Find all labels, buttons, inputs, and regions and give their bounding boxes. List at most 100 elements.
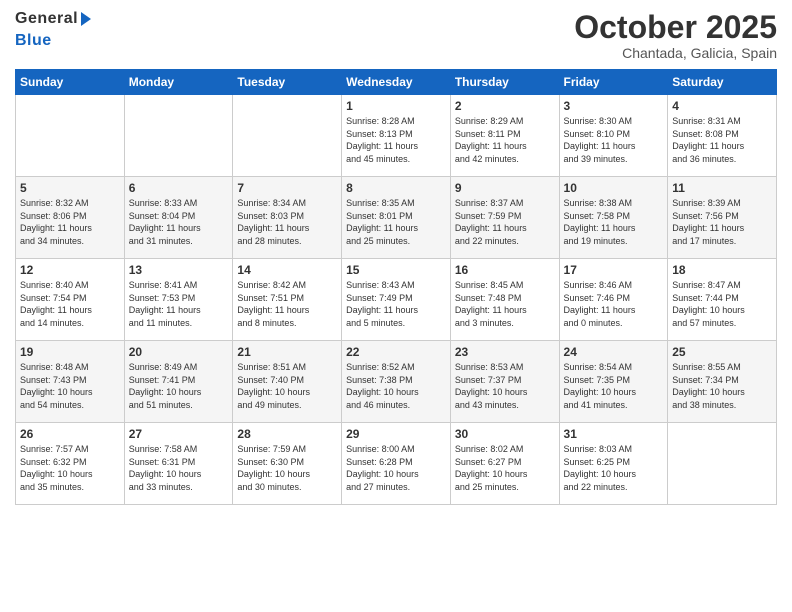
cell-0-3: 1 Sunrise: 8:28 AM Sunset: 8:13 PM Daylig… <box>342 95 451 177</box>
cell-4-0: 26 Sunrise: 7:57 AM Sunset: 6:32 PM Dayli… <box>16 423 125 505</box>
logo-arrow-icon <box>81 12 91 26</box>
day-info: Sunrise: 8:39 AM Sunset: 7:56 PM Dayligh… <box>672 197 772 247</box>
day-info: Sunrise: 8:42 AM Sunset: 7:51 PM Dayligh… <box>237 279 337 329</box>
day-info: Sunrise: 8:54 AM Sunset: 7:35 PM Dayligh… <box>564 361 664 411</box>
day-number: 5 <box>20 181 120 195</box>
day-info: Sunrise: 8:41 AM Sunset: 7:53 PM Dayligh… <box>129 279 229 329</box>
day-info: Sunrise: 8:02 AM Sunset: 6:27 PM Dayligh… <box>455 443 555 493</box>
day-number: 25 <box>672 345 772 359</box>
week-row-0: 1 Sunrise: 8:28 AM Sunset: 8:13 PM Daylig… <box>16 95 777 177</box>
day-info: Sunrise: 8:29 AM Sunset: 8:11 PM Dayligh… <box>455 115 555 165</box>
day-info: Sunrise: 8:53 AM Sunset: 7:37 PM Dayligh… <box>455 361 555 411</box>
col-thursday: Thursday <box>450 70 559 95</box>
week-row-4: 26 Sunrise: 7:57 AM Sunset: 6:32 PM Dayli… <box>16 423 777 505</box>
day-number: 21 <box>237 345 337 359</box>
week-row-1: 5 Sunrise: 8:32 AM Sunset: 8:06 PM Daylig… <box>16 177 777 259</box>
day-info: Sunrise: 8:38 AM Sunset: 7:58 PM Dayligh… <box>564 197 664 247</box>
cell-4-1: 27Sunrise: 7:58 AM Sunset: 6:31 PM Dayli… <box>124 423 233 505</box>
col-monday: Monday <box>124 70 233 95</box>
cell-2-6: 18Sunrise: 8:47 AM Sunset: 7:44 PM Dayli… <box>668 259 777 341</box>
day-info: Sunrise: 8:48 AM Sunset: 7:43 PM Dayligh… <box>20 361 120 411</box>
cell-3-1: 20Sunrise: 8:49 AM Sunset: 7:41 PM Dayli… <box>124 341 233 423</box>
day-number: 1 <box>346 99 446 113</box>
day-info: Sunrise: 8:55 AM Sunset: 7:34 PM Dayligh… <box>672 361 772 411</box>
cell-4-3: 29 Sunrise: 8:00 AM Sunset: 6:28 PM Dayli… <box>342 423 451 505</box>
cell-1-4: 9 Sunrise: 8:37 AM Sunset: 7:59 PM Daylig… <box>450 177 559 259</box>
day-number: 28 <box>237 427 337 441</box>
cell-3-5: 24 Sunrise: 8:54 AM Sunset: 7:35 PM Dayli… <box>559 341 668 423</box>
cell-2-2: 14 Sunrise: 8:42 AM Sunset: 7:51 PM Dayli… <box>233 259 342 341</box>
day-info: Sunrise: 7:57 AM Sunset: 6:32 PM Dayligh… <box>20 443 120 493</box>
week-row-2: 12 Sunrise: 8:40 AM Sunset: 7:54 PM Dayli… <box>16 259 777 341</box>
day-number: 24 <box>564 345 664 359</box>
day-info: Sunrise: 8:52 AM Sunset: 7:38 PM Dayligh… <box>346 361 446 411</box>
cell-1-1: 6 Sunrise: 8:33 AM Sunset: 8:04 PM Daylig… <box>124 177 233 259</box>
day-info: Sunrise: 8:30 AM Sunset: 8:10 PM Dayligh… <box>564 115 664 165</box>
day-number: 26 <box>20 427 120 441</box>
page: General Blue October 2025 Chantada, Galic… <box>0 0 792 612</box>
logo-general: General <box>15 10 78 28</box>
cell-3-2: 21 Sunrise: 8:51 AM Sunset: 7:40 PM Dayli… <box>233 341 342 423</box>
day-number: 9 <box>455 181 555 195</box>
day-number: 22 <box>346 345 446 359</box>
day-number: 27 <box>129 427 229 441</box>
day-info: Sunrise: 8:35 AM Sunset: 8:01 PM Dayligh… <box>346 197 446 247</box>
day-number: 14 <box>237 263 337 277</box>
day-number: 31 <box>564 427 664 441</box>
day-info: Sunrise: 8:33 AM Sunset: 8:04 PM Dayligh… <box>129 197 229 247</box>
day-info: Sunrise: 8:31 AM Sunset: 8:08 PM Dayligh… <box>672 115 772 165</box>
header-row: Sunday Monday Tuesday Wednesday Thursday… <box>16 70 777 95</box>
day-info: Sunrise: 8:32 AM Sunset: 8:06 PM Dayligh… <box>20 197 120 247</box>
day-number: 10 <box>564 181 664 195</box>
cell-3-3: 22 Sunrise: 8:52 AM Sunset: 7:38 PM Dayli… <box>342 341 451 423</box>
cell-1-2: 7Sunrise: 8:34 AM Sunset: 8:03 PM Daylig… <box>233 177 342 259</box>
col-saturday: Saturday <box>668 70 777 95</box>
cell-4-5: 31 Sunrise: 8:03 AM Sunset: 6:25 PM Dayli… <box>559 423 668 505</box>
day-info: Sunrise: 8:49 AM Sunset: 7:41 PM Dayligh… <box>129 361 229 411</box>
cell-0-4: 2 Sunrise: 8:29 AM Sunset: 8:11 PM Daylig… <box>450 95 559 177</box>
day-info: Sunrise: 8:37 AM Sunset: 7:59 PM Dayligh… <box>455 197 555 247</box>
day-number: 30 <box>455 427 555 441</box>
week-row-3: 19 Sunrise: 8:48 AM Sunset: 7:43 PM Dayli… <box>16 341 777 423</box>
cell-4-6 <box>668 423 777 505</box>
day-number: 12 <box>20 263 120 277</box>
cell-1-5: 10 Sunrise: 8:38 AM Sunset: 7:58 PM Dayli… <box>559 177 668 259</box>
day-info: Sunrise: 8:00 AM Sunset: 6:28 PM Dayligh… <box>346 443 446 493</box>
subtitle: Chantada, Galicia, Spain <box>574 45 777 61</box>
day-number: 7 <box>237 181 337 195</box>
day-number: 23 <box>455 345 555 359</box>
cell-0-1 <box>124 95 233 177</box>
day-number: 29 <box>346 427 446 441</box>
day-number: 2 <box>455 99 555 113</box>
day-info: Sunrise: 7:59 AM Sunset: 6:30 PM Dayligh… <box>237 443 337 493</box>
cell-4-4: 30 Sunrise: 8:02 AM Sunset: 6:27 PM Dayli… <box>450 423 559 505</box>
day-number: 6 <box>129 181 229 195</box>
calendar-table: Sunday Monday Tuesday Wednesday Thursday… <box>15 69 777 505</box>
day-number: 19 <box>20 345 120 359</box>
cell-0-5: 3 Sunrise: 8:30 AM Sunset: 8:10 PM Daylig… <box>559 95 668 177</box>
day-number: 13 <box>129 263 229 277</box>
title-block: October 2025 Chantada, Galicia, Spain <box>574 10 777 61</box>
day-number: 18 <box>672 263 772 277</box>
cell-1-3: 8 Sunrise: 8:35 AM Sunset: 8:01 PM Daylig… <box>342 177 451 259</box>
logo-blue: Blue <box>15 32 52 50</box>
cell-3-6: 25 Sunrise: 8:55 AM Sunset: 7:34 PM Dayli… <box>668 341 777 423</box>
cell-0-6: 4Sunrise: 8:31 AM Sunset: 8:08 PM Daylig… <box>668 95 777 177</box>
cell-1-0: 5 Sunrise: 8:32 AM Sunset: 8:06 PM Daylig… <box>16 177 125 259</box>
col-sunday: Sunday <box>16 70 125 95</box>
day-info: Sunrise: 8:51 AM Sunset: 7:40 PM Dayligh… <box>237 361 337 411</box>
logo: General Blue <box>15 10 91 49</box>
day-info: Sunrise: 8:46 AM Sunset: 7:46 PM Dayligh… <box>564 279 664 329</box>
day-info: Sunrise: 8:28 AM Sunset: 8:13 PM Dayligh… <box>346 115 446 165</box>
day-number: 11 <box>672 181 772 195</box>
header: General Blue October 2025 Chantada, Galic… <box>15 10 777 61</box>
calendar-header: Sunday Monday Tuesday Wednesday Thursday… <box>16 70 777 95</box>
day-number: 17 <box>564 263 664 277</box>
day-info: Sunrise: 8:40 AM Sunset: 7:54 PM Dayligh… <box>20 279 120 329</box>
cell-2-1: 13 Sunrise: 8:41 AM Sunset: 7:53 PM Dayli… <box>124 259 233 341</box>
day-number: 3 <box>564 99 664 113</box>
day-info: Sunrise: 8:45 AM Sunset: 7:48 PM Dayligh… <box>455 279 555 329</box>
day-number: 15 <box>346 263 446 277</box>
day-number: 8 <box>346 181 446 195</box>
day-info: Sunrise: 8:03 AM Sunset: 6:25 PM Dayligh… <box>564 443 664 493</box>
